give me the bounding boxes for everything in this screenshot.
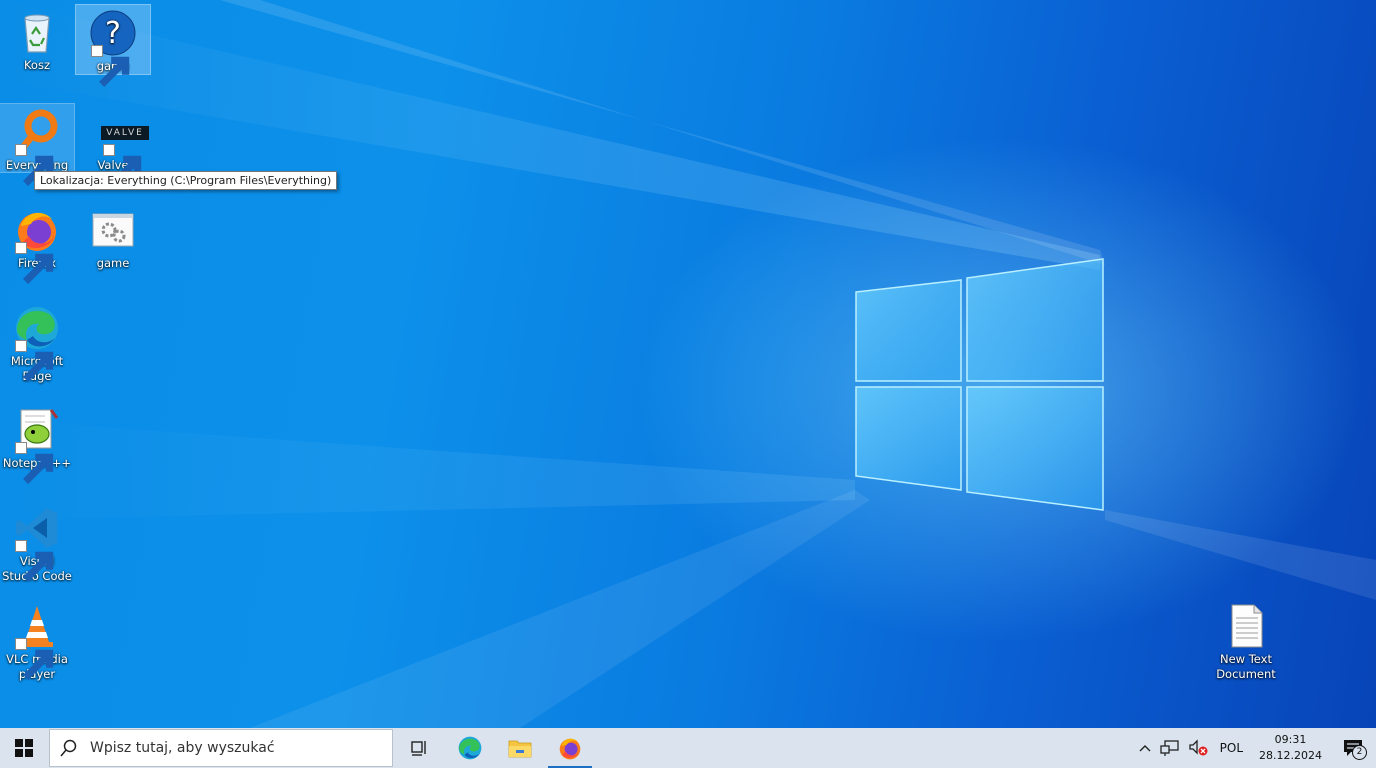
edge-icon	[13, 304, 61, 382]
notepadpp-icon	[13, 406, 61, 484]
desktop-icon-game-help[interactable]: ? game	[75, 4, 151, 87]
text-document-icon	[1222, 602, 1270, 650]
valve-logo-icon: VALVE	[89, 108, 149, 186]
valve-logo-text: VALVE	[101, 126, 149, 140]
language-indicator[interactable]: POL	[1212, 728, 1251, 768]
desktop-icon-firefox[interactable]: Firefox	[0, 202, 74, 284]
vlc-cone-icon	[13, 602, 61, 680]
network-icon	[1159, 740, 1179, 756]
shortcut-arrow-icon	[15, 144, 54, 186]
system-tray: POL 09:31 28.12.2024 2	[1134, 728, 1376, 768]
clock-time: 09:31	[1274, 733, 1307, 746]
desktop-icon-vscode[interactable]: Visual Studio Code	[0, 500, 74, 588]
shortcut-arrow-icon	[15, 442, 54, 484]
location-tooltip: Lokalizacja: Everything (C:\Program File…	[34, 171, 338, 190]
show-hidden-icons-button[interactable]	[1134, 728, 1156, 768]
start-button[interactable]	[0, 728, 48, 768]
desktop-icon-vlc[interactable]: VLC media player	[0, 598, 74, 686]
clock[interactable]: 09:31 28.12.2024	[1251, 732, 1330, 764]
desktop-icon-new-text-document[interactable]: New Text Document	[1209, 598, 1283, 686]
edge-icon	[458, 736, 482, 760]
firefox-icon	[559, 738, 581, 760]
desktop[interactable]: Kosz ? game Everything VALVE Valve Gam	[0, 0, 1376, 728]
clock-date: 28.12.2024	[1259, 749, 1322, 762]
desktop-icon-valve-games[interactable]: VALVE Valve Games	[76, 104, 150, 187]
shortcut-arrow-icon	[91, 45, 130, 87]
taskbar-firefox-button[interactable]	[545, 728, 595, 768]
desktop-icon-notepadpp[interactable]: Notepad++	[0, 402, 74, 484]
search-input[interactable]	[88, 739, 382, 757]
notifications-button[interactable]: 2	[1330, 728, 1376, 768]
taskbar: POL 09:31 28.12.2024 2	[0, 728, 1376, 768]
folder-icon	[508, 740, 532, 758]
taskbar-file-explorer-button[interactable]	[495, 728, 545, 768]
speaker-muted-icon	[1188, 739, 1208, 756]
shortcut-arrow-icon	[103, 144, 142, 186]
notification-count-badge: 2	[1352, 745, 1367, 760]
help-icon: ?	[89, 9, 137, 87]
desktop-icon-game-settings[interactable]: game	[76, 202, 150, 272]
chevron-up-icon	[1139, 745, 1151, 752]
search-icon	[50, 739, 88, 757]
taskbar-search-box[interactable]	[49, 729, 393, 767]
taskbar-edge-button[interactable]	[445, 728, 495, 768]
firefox-icon	[13, 206, 61, 284]
shortcut-arrow-icon	[15, 340, 54, 382]
icon-label: game	[96, 256, 130, 270]
vscode-icon	[13, 504, 61, 582]
recycle-bin-icon	[13, 8, 61, 56]
shortcut-arrow-icon	[15, 242, 54, 284]
desktop-icon-recycle-bin[interactable]: Kosz	[0, 4, 74, 74]
windows-logo-icon	[15, 739, 33, 757]
desktop-icon-everything[interactable]: Everything	[0, 103, 75, 186]
icon-label: New Text Document	[1216, 652, 1276, 681]
windows-wallpaper-logo	[0, 0, 1376, 728]
shortcut-arrow-icon	[15, 540, 54, 582]
volume-button[interactable]	[1184, 728, 1212, 768]
everything-magnifier-icon	[13, 108, 61, 186]
desktop-icon-edge[interactable]: Microsoft Edge	[0, 300, 74, 388]
shortcut-arrow-icon	[15, 638, 54, 680]
task-view-button[interactable]	[395, 728, 445, 768]
gear-window-icon	[89, 206, 137, 254]
network-button[interactable]	[1156, 728, 1184, 768]
icon-label: Kosz	[23, 58, 51, 72]
task-view-icon	[411, 741, 426, 756]
